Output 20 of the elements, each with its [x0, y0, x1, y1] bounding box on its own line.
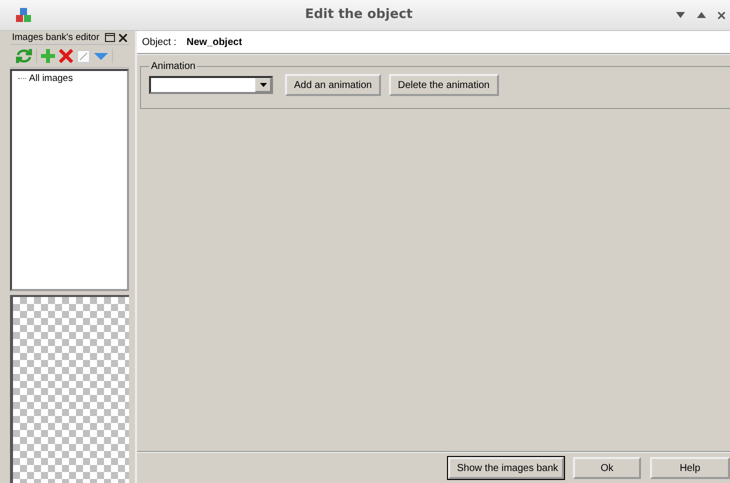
float-icon[interactable]	[105, 33, 115, 42]
close-icon[interactable]	[718, 12, 725, 18]
object-name: New_object	[186, 36, 242, 48]
footer-button[interactable]: Help	[650, 457, 730, 479]
maximize-icon[interactable]	[697, 12, 706, 18]
blocks-logo-icon	[15, 7, 33, 23]
panel-title: Images bank's editor	[12, 32, 100, 43]
animation-button[interactable]: Delete the animation	[388, 74, 499, 96]
footer-button[interactable]: Ok	[573, 457, 641, 479]
group-title: Animation	[150, 61, 196, 72]
delete-icon[interactable]	[59, 49, 73, 63]
animation-button[interactable]: Add an animation	[285, 74, 381, 96]
tree-item[interactable]: All images	[12, 71, 79, 86]
object-label: Object :	[142, 36, 176, 48]
close-icon[interactable]	[119, 34, 127, 42]
window-title: Edit the object	[305, 7, 413, 22]
minimize-icon[interactable]	[676, 12, 685, 18]
footer-button[interactable]: Show the images bank	[448, 457, 564, 479]
caret-icon	[260, 83, 266, 87]
animation-dropdown[interactable]	[149, 76, 273, 94]
